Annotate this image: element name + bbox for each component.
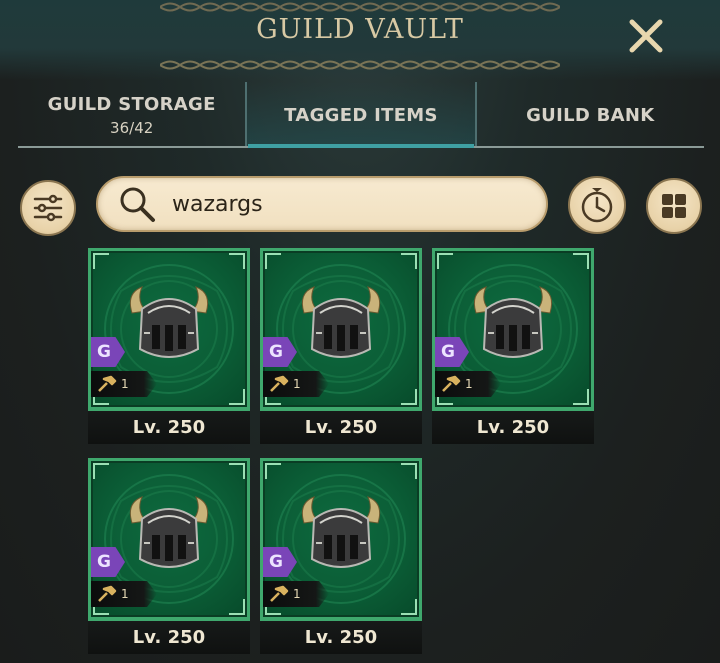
tab-guild-bank[interactable]: GUILD BANK [477, 82, 704, 148]
celtic-knot-ornament [160, 2, 560, 12]
item-level: Lv. 250 [88, 618, 250, 654]
hammer-tag-icon [442, 375, 461, 392]
close-icon [629, 19, 663, 53]
sliders-icon [33, 194, 63, 222]
item-card: G 1 [432, 248, 594, 410]
item-level: Lv. 250 [260, 618, 422, 654]
tab-label: TAGGED ITEMS [284, 104, 438, 126]
item-card: G 1 [88, 458, 250, 620]
grid-view-icon [662, 194, 686, 218]
horned-helmet-icon [473, 286, 553, 358]
tag-indicator: 1 [435, 371, 501, 397]
tag-indicator: 1 [91, 581, 157, 607]
storage-count: 36/42 [110, 118, 154, 137]
celtic-knot-ornament [160, 60, 560, 70]
tag-indicator: 1 [263, 581, 329, 607]
item-card: G 1 [88, 248, 250, 410]
item-level: Lv. 250 [432, 408, 594, 444]
item-card: G 1 [260, 248, 422, 410]
page-title: GUILD VAULT [256, 14, 464, 45]
hammer-tag-icon [98, 375, 117, 392]
hammer-tag-icon [98, 585, 117, 602]
inventory-item[interactable]: G 1 Lv. 250 [260, 248, 422, 444]
close-button[interactable] [624, 14, 668, 58]
hammer-tag-icon [270, 375, 289, 392]
search-input[interactable] [172, 191, 532, 217]
active-tab-indicator [248, 144, 474, 148]
tag-count: 1 [465, 377, 473, 391]
inventory-item[interactable]: G 1 Lv. 250 [432, 248, 594, 444]
inventory-item[interactable]: G 1 Lv. 250 [88, 458, 250, 654]
search-icon [110, 177, 164, 231]
tag-count: 1 [121, 377, 129, 391]
horned-helmet-icon [301, 496, 381, 568]
item-level: Lv. 250 [88, 408, 250, 444]
tag-count: 1 [121, 587, 129, 601]
tag-indicator: 1 [263, 371, 329, 397]
search-bar[interactable] [96, 176, 548, 232]
hammer-tag-icon [270, 585, 289, 602]
tag-count: 1 [293, 587, 301, 601]
inventory-item[interactable]: G 1 Lv. 250 [260, 458, 422, 654]
horned-helmet-icon [129, 286, 209, 358]
tab-tagged-items[interactable]: TAGGED ITEMS [245, 82, 477, 148]
tab-guild-storage[interactable]: GUILD STORAGE 36/42 [18, 82, 245, 148]
item-level: Lv. 250 [260, 408, 422, 444]
timer-button[interactable] [568, 176, 626, 234]
item-card: G 1 [260, 458, 422, 620]
tab-label: GUILD BANK [526, 104, 655, 126]
grid-view-button[interactable] [646, 178, 702, 234]
tag-indicator: 1 [91, 371, 157, 397]
horned-helmet-icon [301, 286, 381, 358]
header: GUILD VAULT [0, 0, 720, 80]
tag-count: 1 [293, 377, 301, 391]
horned-helmet-icon [129, 496, 209, 568]
tab-bar: GUILD STORAGE 36/42 TAGGED ITEMS GUILD B… [18, 82, 704, 148]
filter-button[interactable] [20, 180, 76, 236]
tab-label: GUILD STORAGE [47, 93, 216, 115]
inventory-item[interactable]: G 1 Lv. 250 [88, 248, 250, 444]
stopwatch-icon [581, 188, 613, 223]
